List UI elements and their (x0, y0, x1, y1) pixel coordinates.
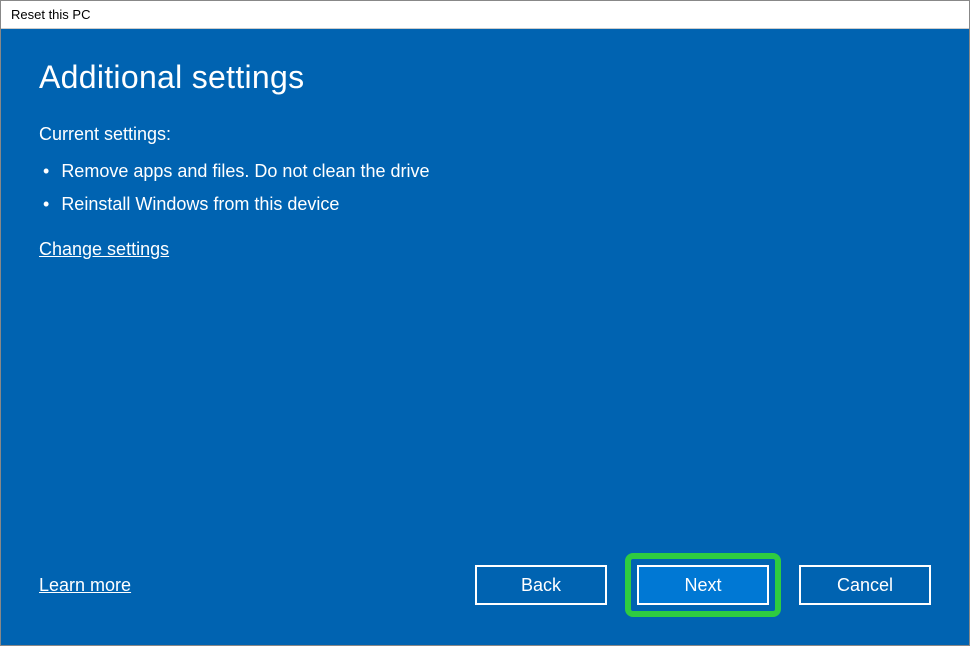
cancel-button[interactable]: Cancel (799, 565, 931, 605)
back-button[interactable]: Back (475, 565, 607, 605)
dialog-content: Additional settings Current settings: Re… (1, 29, 969, 645)
next-button[interactable]: Next (637, 565, 769, 605)
reset-pc-window: Reset this PC Additional settings Curren… (0, 0, 970, 646)
current-settings-label: Current settings: (39, 124, 931, 145)
list-item: Remove apps and files. Do not clean the … (43, 155, 931, 188)
list-item: Reinstall Windows from this device (43, 188, 931, 221)
footer-row: Learn more Back Next Cancel (39, 553, 931, 617)
window-titlebar[interactable]: Reset this PC (1, 1, 969, 29)
window-title: Reset this PC (11, 7, 90, 22)
change-settings-link[interactable]: Change settings (39, 239, 169, 260)
next-button-highlight: Next (625, 553, 781, 617)
learn-more-link[interactable]: Learn more (39, 575, 131, 596)
page-heading: Additional settings (39, 59, 931, 96)
button-row: Back Next Cancel (475, 553, 931, 617)
settings-list: Remove apps and files. Do not clean the … (39, 155, 931, 221)
